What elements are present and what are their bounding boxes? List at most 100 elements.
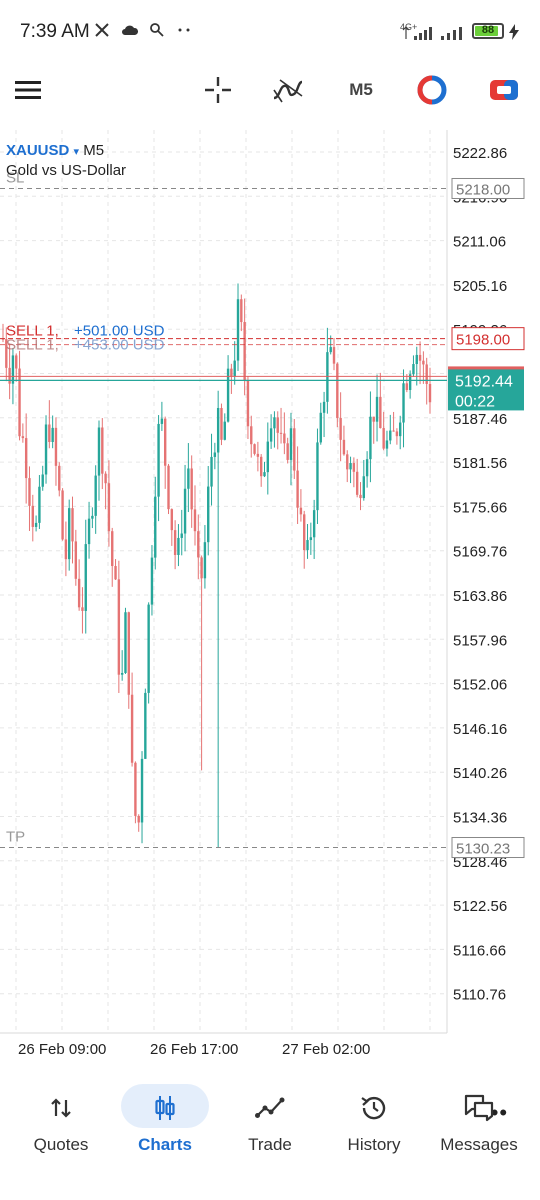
- candle-body: [97, 427, 101, 476]
- nav-charts[interactable]: Charts: [111, 1078, 219, 1178]
- candle-body: [101, 427, 104, 474]
- y-tick-label: 5140.26: [453, 765, 507, 782]
- candle-body: [223, 421, 226, 440]
- symbol-name[interactable]: XAUUSD: [6, 142, 69, 159]
- trade-toggle-icon: [417, 75, 447, 105]
- candle-body: [385, 440, 389, 449]
- candle-body: [246, 380, 250, 427]
- y-tick-label: 5181.56: [453, 455, 507, 472]
- candle-body: [187, 468, 190, 489]
- nav-quotes-label: Quotes: [33, 1135, 89, 1154]
- indicators-button[interactable]: [268, 70, 308, 110]
- candle-body: [359, 494, 362, 499]
- status-bar: 7:39 AM 4G+ 88: [0, 0, 540, 64]
- candle-body: [173, 530, 177, 555]
- chart-toolbar: M5: [0, 64, 540, 120]
- nav-quotes[interactable]: Quotes: [7, 1078, 115, 1178]
- candle-body: [200, 557, 203, 579]
- y-tick-label: 5152.06: [453, 677, 507, 694]
- candle-body: [15, 355, 18, 369]
- nav-history-label: History: [347, 1135, 401, 1154]
- signal-search-icon: [150, 23, 165, 37]
- tp-price-tag: 5130.23: [456, 841, 510, 858]
- candle-body: [58, 465, 61, 491]
- menu-button[interactable]: [10, 70, 46, 110]
- candle-body: [28, 478, 31, 506]
- candle-body: [94, 475, 97, 516]
- candle-body: [352, 463, 356, 472]
- nav-messages[interactable]: Messages: [425, 1078, 533, 1178]
- candle-body: [21, 436, 25, 439]
- menu-icon: [15, 81, 41, 99]
- candle-body: [8, 367, 11, 384]
- candle-body: [250, 426, 253, 445]
- y-tick-label: 5175.66: [453, 499, 507, 516]
- candle-body: [34, 522, 38, 527]
- candle-body: [369, 416, 372, 460]
- candle-body: [243, 322, 246, 381]
- candle-body: [336, 363, 339, 418]
- y-tick-label: 5187.46: [453, 411, 507, 428]
- candle-body: [157, 423, 160, 497]
- cloud-icon: [121, 25, 138, 35]
- candle-body: [197, 531, 200, 558]
- timeframe-button[interactable]: M5: [340, 70, 382, 110]
- candle-body: [134, 762, 137, 816]
- y-tick-label: 5163.86: [453, 588, 507, 605]
- chart-canvas[interactable]: 5222.865216.965211.065205.165199.265193.…: [0, 130, 540, 1070]
- trade-line-icon: [255, 1097, 285, 1118]
- candle-body: [365, 459, 369, 477]
- quotes-arrows-icon: [51, 1098, 71, 1118]
- y-tick-label: 5205.16: [453, 278, 507, 295]
- battery-label: 88: [481, 24, 495, 36]
- candle-body: [405, 383, 409, 390]
- candle-body: [54, 427, 58, 466]
- y-tick-label: 5157.96: [453, 632, 507, 649]
- one-click-trading-button[interactable]: [412, 70, 452, 110]
- nav-history[interactable]: History: [320, 1078, 428, 1178]
- bar-countdown: 00:22: [455, 393, 495, 410]
- candle-body: [220, 408, 223, 440]
- nav-trade[interactable]: Trade: [216, 1078, 324, 1178]
- candle-body: [127, 612, 130, 695]
- candle-body: [263, 472, 266, 477]
- candle-body: [111, 531, 114, 567]
- symbol-dropdown-arrow[interactable]: ▾: [74, 146, 80, 158]
- candle-body: [31, 505, 34, 527]
- candle-body: [167, 465, 170, 510]
- candle-body: [286, 443, 289, 460]
- candle-body: [422, 360, 425, 365]
- candle-body: [41, 474, 44, 487]
- candle-body: [289, 428, 293, 460]
- status-left-icons: [94, 21, 192, 41]
- candle-body: [312, 510, 316, 538]
- symbol-description: Gold vs US-Dollar: [6, 162, 127, 179]
- candle-body: [389, 430, 392, 441]
- candle-body: [326, 352, 329, 402]
- crosshair-button[interactable]: [198, 70, 238, 110]
- charging-icon: [509, 24, 519, 40]
- candle-body: [303, 514, 306, 551]
- switch-button[interactable]: [484, 70, 524, 110]
- candle-body: [233, 360, 236, 377]
- indicators-icon: [273, 79, 303, 103]
- chart-area[interactable]: 5222.865216.965211.065205.165199.265193.…: [0, 130, 540, 1125]
- candle-body: [375, 396, 379, 422]
- nav-messages-label: Messages: [440, 1135, 518, 1154]
- candle-body: [38, 486, 41, 523]
- candle-body: [296, 470, 299, 508]
- candle-body: [74, 541, 78, 579]
- symbol-header[interactable]: XAUUSD ▾ M5: [6, 142, 104, 159]
- candle-body: [355, 471, 359, 495]
- crosshair-icon: [205, 77, 231, 103]
- y-tick-label: 5116.66: [453, 942, 506, 959]
- y-tick-label: 5122.56: [453, 898, 507, 915]
- y-tick-label: 5211.06: [453, 234, 506, 251]
- candle-body: [395, 431, 399, 437]
- candle-body: [346, 454, 349, 470]
- ask-marker: [448, 366, 524, 370]
- battery-indicator: 88: [472, 23, 504, 39]
- candle-body: [81, 607, 84, 611]
- y-tick-label: 5222.86: [453, 145, 507, 162]
- messages-icon: [464, 1094, 494, 1122]
